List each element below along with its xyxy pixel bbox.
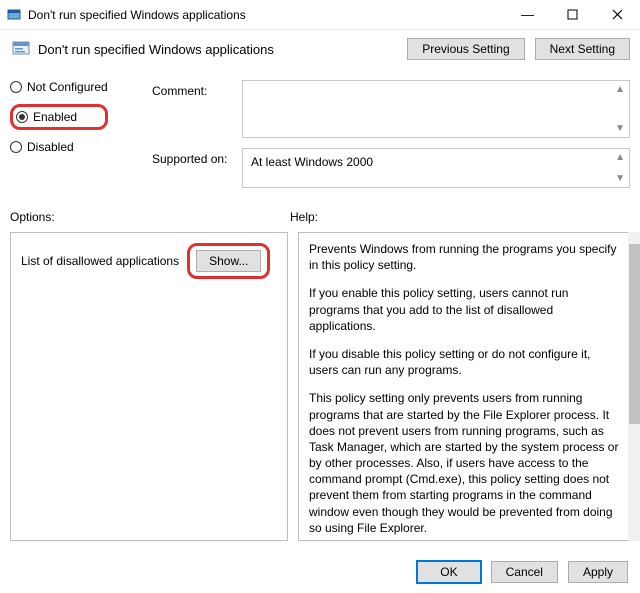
radio-not-configured[interactable]: Not Configured	[10, 80, 108, 94]
show-button-highlight: Show...	[187, 243, 270, 279]
help-p4: This policy setting only prevents users …	[309, 390, 619, 536]
panels: List of disallowed applications Show... …	[10, 232, 630, 541]
help-panel: Prevents Windows from running the progra…	[298, 232, 630, 541]
help-p1: Prevents Windows from running the progra…	[309, 241, 619, 273]
supported-on-label: Supported on:	[152, 148, 242, 166]
options-panel: List of disallowed applications Show...	[10, 232, 288, 541]
options-label: Options:	[10, 210, 290, 224]
scroll-up-icon[interactable]: ▲	[615, 84, 625, 95]
next-setting-button[interactable]: Next Setting	[535, 38, 630, 60]
comment-input[interactable]: ▲ ▼	[242, 80, 630, 138]
scroll-thumb[interactable]	[629, 244, 640, 424]
radio-label: Disabled	[27, 140, 74, 154]
help-scrollbar[interactable]	[628, 232, 640, 541]
maximize-button[interactable]	[550, 0, 595, 30]
apply-button[interactable]: Apply	[568, 561, 628, 583]
close-button[interactable]	[595, 0, 640, 30]
form-area: Comment: ▲ ▼ Supported on: At least Wind…	[152, 80, 630, 198]
previous-setting-button[interactable]: Previous Setting	[407, 38, 524, 60]
supported-on-value: At least Windows 2000	[251, 155, 373, 169]
radio-icon	[10, 81, 22, 93]
scroll-up-icon[interactable]: ▲	[615, 152, 625, 163]
scroll-down-icon[interactable]: ▼	[615, 123, 625, 134]
policy-icon	[10, 38, 32, 60]
radio-icon	[10, 141, 22, 153]
radio-label: Enabled	[33, 110, 77, 124]
cancel-button[interactable]: Cancel	[491, 561, 558, 583]
radio-enabled[interactable]: Enabled	[10, 104, 108, 130]
scroll-down-icon[interactable]: ▼	[615, 173, 625, 184]
header-title: Don't run specified Windows applications	[38, 42, 274, 57]
radio-label: Not Configured	[27, 80, 108, 94]
section-labels: Options: Help:	[10, 210, 630, 224]
help-p2: If you enable this policy setting, users…	[309, 285, 619, 334]
ok-button[interactable]: OK	[417, 561, 480, 583]
show-button[interactable]: Show...	[196, 250, 261, 272]
window-title: Don't run specified Windows applications	[28, 8, 246, 22]
state-radios: Not Configured Enabled Disabled	[10, 80, 108, 154]
header: Don't run specified Windows applications…	[0, 30, 640, 66]
footer-buttons: OK Cancel Apply	[417, 561, 628, 583]
supported-on-box: At least Windows 2000 ▲ ▼	[242, 148, 630, 188]
disallowed-list-label: List of disallowed applications	[21, 254, 179, 268]
help-text: Prevents Windows from running the progra…	[309, 241, 619, 541]
help-p3: If you disable this policy setting or do…	[309, 346, 619, 378]
titlebar: Don't run specified Windows applications…	[0, 0, 640, 30]
radio-icon	[16, 111, 28, 123]
minimize-button[interactable]: —	[505, 0, 550, 30]
help-label: Help:	[290, 210, 630, 224]
radio-disabled[interactable]: Disabled	[10, 140, 108, 154]
app-icon	[6, 7, 22, 23]
comment-label: Comment:	[152, 80, 242, 98]
